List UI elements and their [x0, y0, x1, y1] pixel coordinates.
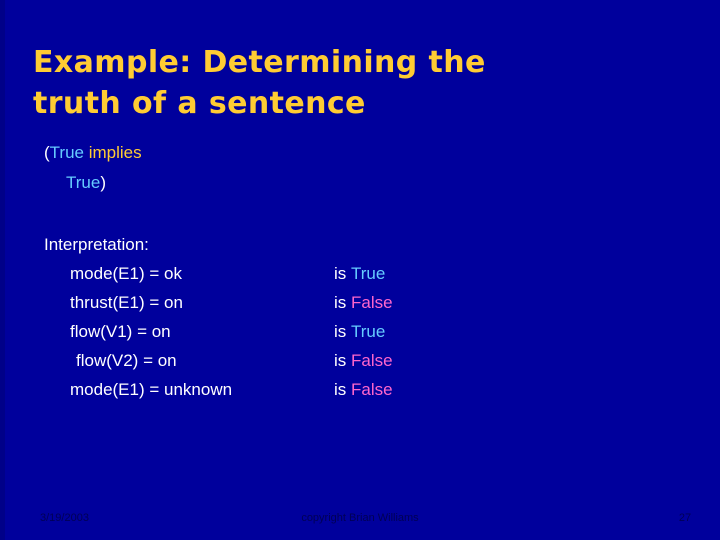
truth-value: True	[351, 322, 386, 341]
evaluation-result: is True	[334, 317, 385, 346]
truth-value: False	[351, 380, 393, 399]
assignment-text: mode(E1) = ok	[70, 264, 182, 283]
interpretation-rows: mode(E1) = ok is True thrust(E1) = on is…	[0, 259, 720, 404]
footer-page-number: 27	[678, 512, 692, 524]
assignment-text: flow(V2) = on	[76, 351, 177, 370]
truth-value: True	[351, 264, 386, 283]
slide-footer: 3/19/2003 copyright Brian Williams 27	[0, 508, 720, 528]
table-row: mode(E1) = unknown is False	[0, 375, 720, 404]
true-token: True	[49, 143, 84, 162]
implies-operator-token: implies	[88, 143, 142, 162]
table-row: flow(V2) = on is False	[0, 346, 720, 375]
is-label: is	[334, 264, 347, 283]
is-label: is	[334, 293, 347, 312]
table-row: flow(V1) = on is True	[0, 317, 720, 346]
is-label: is	[334, 322, 347, 341]
close-paren-token: )	[100, 173, 106, 192]
expression-line-1: (True implies	[44, 138, 142, 168]
assignment-text: flow(V1) = on	[70, 322, 171, 341]
is-label: is	[334, 351, 347, 370]
footer-copyright: copyright Brian Williams	[301, 512, 419, 524]
is-label: is	[334, 380, 347, 399]
table-row: mode(E1) = ok is True	[0, 259, 720, 288]
interpretation-heading: Interpretation:	[44, 235, 149, 254]
logic-expression: (True implies True)	[44, 138, 142, 198]
evaluation-result: is False	[334, 346, 393, 375]
true-token-2: True	[66, 173, 101, 192]
truth-value: False	[351, 293, 393, 312]
assignment-text: mode(E1) = unknown	[70, 380, 233, 399]
table-row: thrust(E1) = on is False	[0, 288, 720, 317]
evaluation-result: is False	[334, 375, 393, 404]
evaluation-result: is False	[334, 288, 393, 317]
evaluation-result: is True	[334, 259, 385, 288]
expression-line-2: True)	[44, 168, 142, 198]
truth-value: False	[351, 351, 393, 370]
page-title: Example: Determining the truth of a sent…	[33, 45, 486, 122]
slide: Example: Determining the truth of a sent…	[0, 0, 720, 540]
assignment-text: thrust(E1) = on	[70, 293, 183, 312]
